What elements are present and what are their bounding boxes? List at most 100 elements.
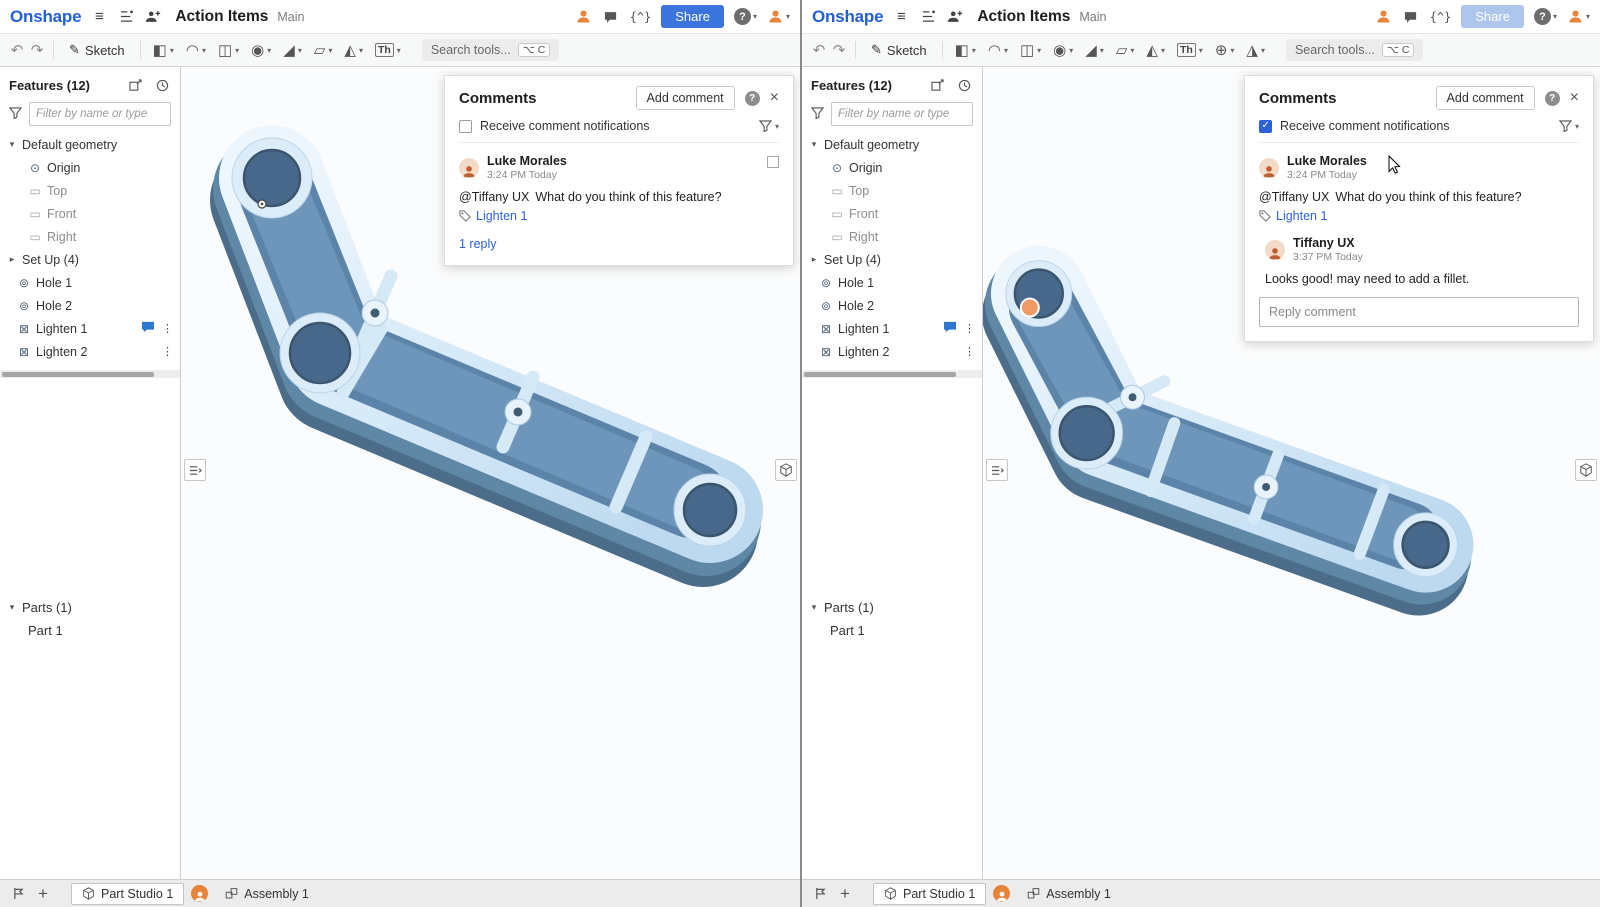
replies-link[interactable]: 1 reply: [459, 237, 497, 251]
split-tool-button[interactable]: ◭▾: [339, 40, 368, 61]
split-tool-button[interactable]: ◭▾: [1141, 40, 1170, 61]
tree-group-default-geometry[interactable]: ▾Default geometry: [0, 133, 180, 156]
tree-item-hole-1[interactable]: ⊚Hole 1: [0, 271, 180, 294]
tree-item-origin[interactable]: ⊙Origin: [0, 156, 180, 179]
comment-bubble-icon[interactable]: [141, 321, 155, 336]
share-users-icon[interactable]: [946, 7, 964, 27]
model-canvas[interactable]: Comments Add comment ? × Receive comment…: [983, 67, 1600, 879]
collaborator-avatar[interactable]: [575, 8, 592, 25]
chevron-right-icon[interactable]: ▸: [7, 254, 17, 265]
revolve-tool-button[interactable]: ◠▾: [983, 40, 1013, 61]
onshape-logo[interactable]: Onshape: [812, 7, 883, 27]
comments-toolbar-icon[interactable]: [602, 7, 620, 27]
search-tools-box[interactable]: Search tools... ⌥ C: [1286, 39, 1424, 61]
rollback-handle-icon[interactable]: ⋮: [162, 345, 173, 358]
boolean-tool-button[interactable]: ◉▾: [246, 40, 276, 61]
share-button[interactable]: Share: [661, 5, 724, 28]
comments-help-icon[interactable]: ?: [745, 91, 760, 106]
view-cube-button[interactable]: [775, 459, 797, 481]
tree-item-lighten-1[interactable]: ⊠Lighten 1 ⋮: [0, 317, 180, 340]
rollback-handle-icon[interactable]: ⋮: [964, 322, 975, 335]
features-horizontal-scrollbar[interactable]: [0, 370, 180, 378]
manage-tabs-icon[interactable]: [9, 884, 27, 904]
tree-item-top[interactable]: ▭Top: [802, 179, 982, 202]
features-horizontal-scrollbar[interactable]: [802, 370, 982, 378]
model-canvas[interactable]: Comments Add comment ? × Receive comment…: [181, 67, 800, 879]
insert-feature-icon[interactable]: [928, 75, 946, 95]
onshape-logo[interactable]: Onshape: [10, 7, 81, 27]
tree-item-right[interactable]: ▭Right: [802, 225, 982, 248]
thread-tool-button[interactable]: Th▾: [370, 40, 406, 61]
tree-item-part-1[interactable]: Part 1: [802, 619, 982, 642]
tree-item-right[interactable]: ▭Right: [0, 225, 180, 248]
workspace-name[interactable]: Main: [1079, 10, 1106, 24]
hamburger-menu-icon[interactable]: ≡: [892, 7, 910, 27]
tree-group-default-geometry[interactable]: ▾Default geometry: [802, 133, 982, 156]
add-tab-button[interactable]: +: [34, 884, 52, 904]
search-tools-box[interactable]: Search tools... ⌥ C: [422, 39, 560, 61]
help-menu[interactable]: ? ▾: [734, 8, 757, 25]
sweep-tool-button[interactable]: ◫▾: [213, 40, 244, 61]
redo-button[interactable]: ↷: [28, 40, 46, 60]
pattern-tool-button[interactable]: ◮▾: [1241, 40, 1270, 61]
rollback-history-icon[interactable]: [955, 75, 973, 95]
workspace-name[interactable]: Main: [277, 10, 304, 24]
filter-funnel-icon[interactable]: [811, 107, 824, 122]
tree-item-hole-1[interactable]: ⊚Hole 1: [802, 271, 982, 294]
tree-item-lighten-1[interactable]: ⊠Lighten 1 ⋮: [802, 317, 982, 340]
extrude-tool-button[interactable]: ◧▾: [950, 40, 981, 61]
comments-toolbar-icon[interactable]: [1402, 7, 1420, 27]
notifications-checkbox[interactable]: [1259, 120, 1272, 133]
plane-tool-button[interactable]: ▱▾: [1111, 40, 1140, 61]
chevron-down-icon[interactable]: ▾: [809, 602, 819, 613]
features-filter-input[interactable]: [831, 102, 973, 126]
comment-feature-tag[interactable]: Lighten 1: [1259, 209, 1579, 223]
rollback-handle-icon[interactable]: ⋮: [964, 345, 975, 358]
tree-group-parts[interactable]: ▾Parts (1): [0, 596, 180, 619]
features-panel-toggle-button[interactable]: [184, 459, 206, 481]
chevron-down-icon[interactable]: ▾: [809, 139, 819, 150]
share-button[interactable]: Share: [1461, 5, 1524, 28]
reply-comment-input[interactable]: Reply comment: [1259, 297, 1579, 327]
comment-feature-tag[interactable]: Lighten 1: [459, 209, 779, 223]
comments-filter[interactable]: ▾: [759, 120, 779, 132]
insert-feature-icon[interactable]: [126, 75, 144, 95]
view-cube-button[interactable]: [1575, 459, 1597, 481]
features-filter-input[interactable]: [29, 102, 171, 126]
tab-part-studio-1[interactable]: Part Studio 1: [873, 883, 986, 905]
chevron-right-icon[interactable]: ▸: [809, 254, 819, 265]
sweep-tool-button[interactable]: ◫▾: [1015, 40, 1046, 61]
collaborator-avatar[interactable]: [1375, 8, 1392, 25]
close-icon[interactable]: ×: [770, 90, 779, 106]
undo-button[interactable]: ↶: [810, 40, 828, 60]
notifications-checkbox[interactable]: [459, 120, 472, 133]
chevron-down-icon[interactable]: ▾: [7, 602, 17, 613]
undo-button[interactable]: ↶: [8, 40, 26, 60]
draft-tool-button[interactable]: ◢▾: [278, 40, 307, 61]
add-comment-button[interactable]: Add comment: [1436, 86, 1535, 110]
features-panel-toggle-button[interactable]: [986, 459, 1008, 481]
featurescript-icon[interactable]: {^}: [630, 10, 652, 24]
close-icon[interactable]: ×: [1570, 90, 1579, 106]
tab-part-studio-1[interactable]: Part Studio 1: [71, 883, 184, 905]
thread-tool-button[interactable]: Th▾: [1172, 40, 1208, 61]
sketch-button[interactable]: ✎ Sketch: [61, 39, 133, 61]
extrude-tool-button[interactable]: ◧▾: [148, 40, 179, 61]
tab-assembly-1[interactable]: Assembly 1: [1017, 883, 1121, 905]
scrollbar-thumb[interactable]: [2, 372, 154, 377]
revolve-tool-button[interactable]: ◠▾: [181, 40, 211, 61]
rollback-history-icon[interactable]: [153, 75, 171, 95]
tree-item-origin[interactable]: ⊙Origin: [802, 156, 982, 179]
featurescript-icon[interactable]: {^}: [1430, 10, 1452, 24]
comment-bubble-icon[interactable]: [943, 321, 957, 336]
draft-tool-button[interactable]: ◢▾: [1080, 40, 1109, 61]
mention-link[interactable]: @Tiffany UX: [1259, 190, 1329, 204]
filter-funnel-icon[interactable]: [9, 107, 22, 122]
share-users-icon[interactable]: [144, 7, 162, 27]
versions-icon[interactable]: [117, 7, 135, 27]
account-menu[interactable]: ▾: [767, 8, 790, 25]
resolve-checkbox[interactable]: [767, 156, 779, 168]
tree-item-front[interactable]: ▭Front: [0, 202, 180, 225]
hamburger-menu-icon[interactable]: ≡: [90, 7, 108, 27]
tree-item-lighten-2[interactable]: ⊠Lighten 2 ⋮: [0, 340, 180, 363]
